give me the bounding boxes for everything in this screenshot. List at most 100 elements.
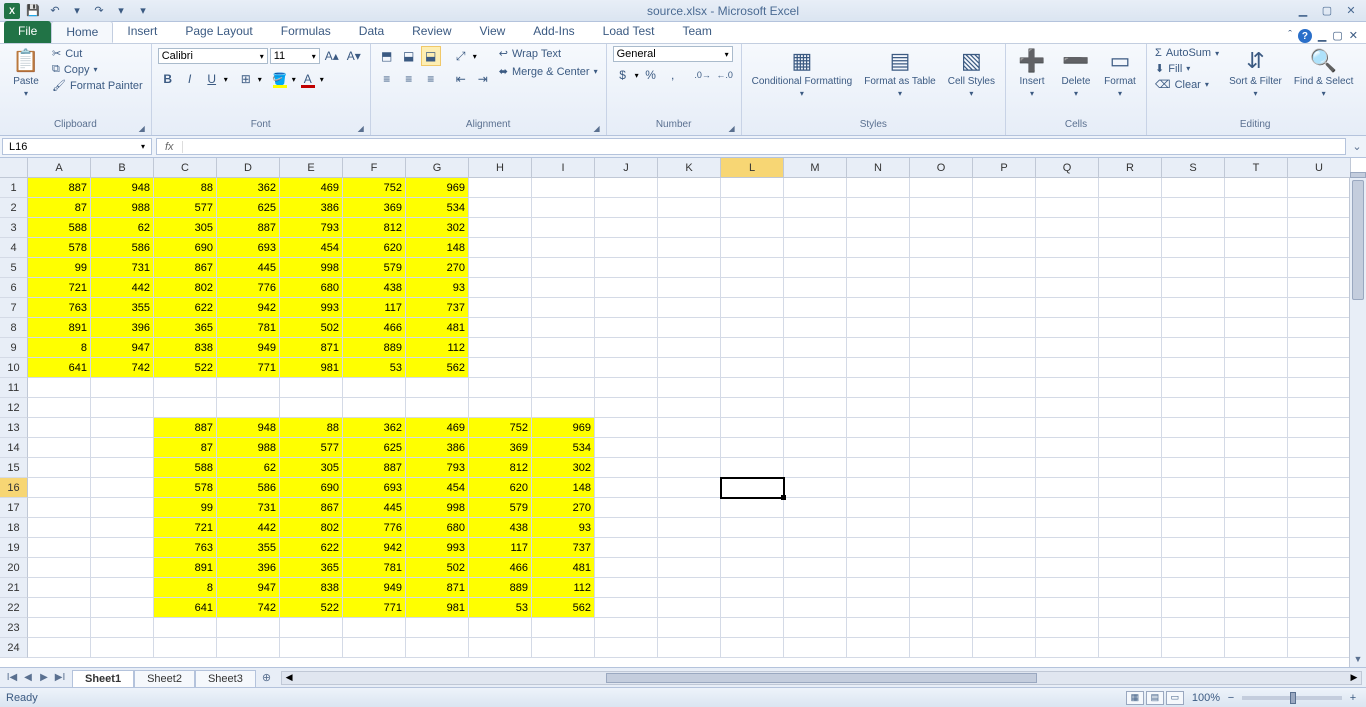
cell-S10[interactable] [1162,358,1225,378]
sheet-tab-sheet2[interactable]: Sheet2 [134,670,195,687]
row-header-7[interactable]: 7 [0,298,28,318]
scroll-right-button[interactable]: ▶ [1347,672,1361,684]
cell-C4[interactable]: 690 [154,238,217,258]
tab-home[interactable]: Home [51,21,113,43]
column-header-F[interactable]: F [343,158,406,178]
cell-G21[interactable]: 871 [406,578,469,598]
cell-U22[interactable] [1288,598,1351,618]
cell-I16[interactable]: 148 [532,478,595,498]
help-icon[interactable]: ? [1298,29,1312,43]
zoom-slider[interactable] [1242,696,1342,700]
row-header-4[interactable]: 4 [0,238,28,258]
cell-F1[interactable]: 752 [343,178,406,198]
cell-N16[interactable] [847,478,910,498]
cell-H18[interactable]: 438 [469,518,532,538]
cell-D23[interactable] [217,618,280,638]
cell-D10[interactable]: 771 [217,358,280,378]
column-header-E[interactable]: E [280,158,343,178]
merge-center-button[interactable]: ⬌Merge & Center▾ [497,64,600,79]
cell-Q7[interactable] [1036,298,1099,318]
cell-M18[interactable] [784,518,847,538]
column-header-B[interactable]: B [91,158,154,178]
cell-A24[interactable] [28,638,91,658]
new-sheet-button[interactable]: ⊕ [256,669,277,686]
cell-H24[interactable] [469,638,532,658]
cell-T5[interactable] [1225,258,1288,278]
number-launcher[interactable]: ◢ [728,124,734,133]
cell-E14[interactable]: 577 [280,438,343,458]
cell-K23[interactable] [658,618,721,638]
cell-F4[interactable]: 620 [343,238,406,258]
sheet-tab-sheet1[interactable]: Sheet1 [72,670,134,687]
cell-P12[interactable] [973,398,1036,418]
cell-Q18[interactable] [1036,518,1099,538]
cell-M14[interactable] [784,438,847,458]
column-header-K[interactable]: K [658,158,721,178]
cell-E18[interactable]: 802 [280,518,343,538]
cell-E20[interactable]: 365 [280,558,343,578]
last-sheet-button[interactable]: ▶I [52,672,68,683]
cell-R16[interactable] [1099,478,1162,498]
tab-team[interactable]: Team [668,21,725,43]
cell-M24[interactable] [784,638,847,658]
row-header-3[interactable]: 3 [0,218,28,238]
cell-F13[interactable]: 362 [343,418,406,438]
cell-D2[interactable]: 625 [217,198,280,218]
cell-U15[interactable] [1288,458,1351,478]
cell-A21[interactable] [28,578,91,598]
cell-H20[interactable]: 466 [469,558,532,578]
horizontal-scrollbar[interactable]: ◀ ▶ [281,671,1362,685]
cell-B7[interactable]: 355 [91,298,154,318]
cell-T1[interactable] [1225,178,1288,198]
cell-L12[interactable] [721,398,784,418]
cell-B9[interactable]: 947 [91,338,154,358]
prev-sheet-button[interactable]: ◀ [20,672,36,683]
save-button[interactable]: 💾 [24,2,42,20]
cell-M20[interactable] [784,558,847,578]
cell-J20[interactable] [595,558,658,578]
comma-format-button[interactable]: , [663,65,683,85]
name-box[interactable]: L16▾ [2,138,152,155]
cell-E1[interactable]: 469 [280,178,343,198]
cell-G6[interactable]: 93 [406,278,469,298]
row-header-11[interactable]: 11 [0,378,28,398]
cell-I14[interactable]: 534 [532,438,595,458]
cell-L18[interactable] [721,518,784,538]
cell-A4[interactable]: 578 [28,238,91,258]
cell-J13[interactable] [595,418,658,438]
cell-K1[interactable] [658,178,721,198]
cell-U14[interactable] [1288,438,1351,458]
cell-F10[interactable]: 53 [343,358,406,378]
column-header-U[interactable]: U [1288,158,1351,178]
cell-H11[interactable] [469,378,532,398]
cell-N5[interactable] [847,258,910,278]
cell-F6[interactable]: 438 [343,278,406,298]
cell-U24[interactable] [1288,638,1351,658]
cell-P1[interactable] [973,178,1036,198]
delete-cells-button[interactable]: ➖Delete▾ [1056,46,1096,100]
cell-H7[interactable] [469,298,532,318]
row-header-23[interactable]: 23 [0,618,28,638]
select-all-button[interactable] [0,158,28,178]
cell-O14[interactable] [910,438,973,458]
bold-button[interactable]: B [158,69,178,89]
cell-P17[interactable] [973,498,1036,518]
cell-O6[interactable] [910,278,973,298]
fx-icon[interactable]: fx [157,141,183,153]
cell-P13[interactable] [973,418,1036,438]
cell-L16[interactable] [721,478,784,498]
cell-R18[interactable] [1099,518,1162,538]
cell-L6[interactable] [721,278,784,298]
cell-M10[interactable] [784,358,847,378]
cell-E7[interactable]: 993 [280,298,343,318]
cell-A6[interactable]: 721 [28,278,91,298]
cell-P14[interactable] [973,438,1036,458]
cell-R12[interactable] [1099,398,1162,418]
number-format-select[interactable]: General▾ [613,46,733,62]
cell-H16[interactable]: 620 [469,478,532,498]
cell-F14[interactable]: 625 [343,438,406,458]
cell-B6[interactable]: 442 [91,278,154,298]
cell-A17[interactable] [28,498,91,518]
cell-B10[interactable]: 742 [91,358,154,378]
column-header-Q[interactable]: Q [1036,158,1099,178]
